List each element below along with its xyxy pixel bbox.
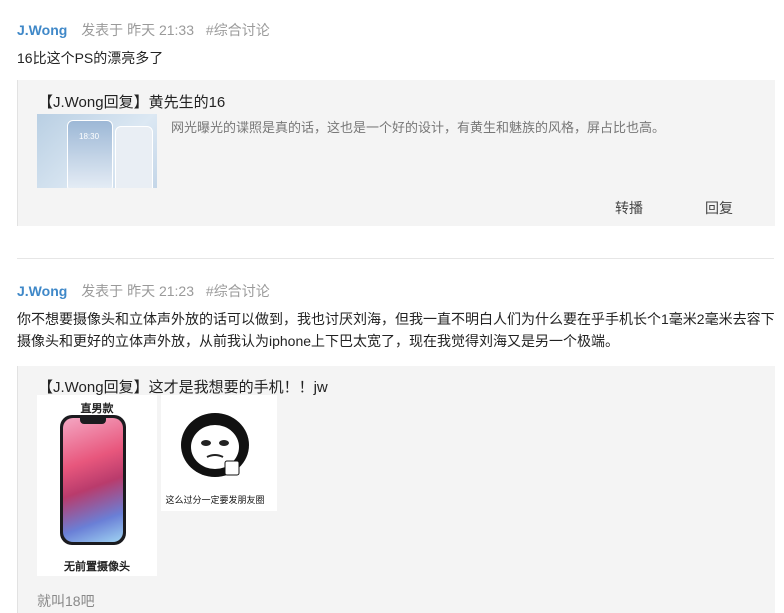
post-content: 16比这个PS的漂亮多了 — [17, 50, 164, 66]
thumb-clock: 18:30 — [79, 132, 100, 141]
quoted-reply[interactable]: 【J.Wong回复】这才是我想要的手机！！jw 直男款 无前置摄像头 这么过分一… — [17, 366, 775, 613]
quoted-reply[interactable]: 【J.Wong回复】黄先生的16 18:30 网光曝光的谍照是真的话，这也是一个… — [17, 80, 775, 226]
post-time: 发表于 昨天 21:33 — [81, 22, 195, 38]
author-link[interactable]: J.Wong — [17, 283, 67, 299]
quote-footer-text: 就叫18吧 — [37, 593, 95, 609]
panda-caption: 这么过分一定要发朋友圈 — [165, 495, 265, 505]
image-bottom-caption: 无前置摄像头 — [64, 560, 130, 573]
topic-tag[interactable]: #综合讨论 — [206, 22, 270, 38]
quote-title[interactable]: 【J.Wong回复】黄先生的16 — [38, 91, 225, 112]
topic-tag[interactable]: #综合讨论 — [206, 283, 270, 299]
post-2: J.Wong 发表于 昨天 21:23 #综合讨论 你不想要摄像头和立体声外放的… — [0, 262, 784, 613]
quote-description: 网光曝光的谍照是真的话，这也是一个好的设计，有黄生和魅族的风格，屏占比也高。 — [171, 120, 666, 135]
post-content-line-2: 摄像头和更好的立体声外放，从前我认为iphone上下巴太宽了，现在我觉得刘海又是… — [17, 333, 620, 349]
post-1: J.Wong 发表于 昨天 21:33 #综合讨论 16比这个PS的漂亮多了 【… — [0, 0, 784, 250]
post-content-line-1: 你不想要摄像头和立体声外放的话可以做到，我也讨厌刘海，但我一直不明白人们为什么要… — [17, 311, 775, 327]
panda-meme-icon — [181, 413, 249, 477]
quote-thumbnail[interactable]: 18:30 — [37, 114, 157, 188]
quote-title[interactable]: 【J.Wong回复】这才是我想要的手机！！jw — [38, 376, 328, 397]
post-header: J.Wong 发表于 昨天 21:33 #综合讨论 — [17, 20, 270, 40]
phone-notch — [80, 418, 106, 424]
post-time: 发表于 昨天 21:23 — [81, 283, 195, 299]
meme-image-panda[interactable]: 这么过分一定要发朋友圈 — [161, 395, 277, 511]
image-top-caption: 直男款 — [80, 402, 114, 415]
reply-button[interactable]: 回复 — [705, 198, 733, 218]
iphone-x-illustration — [60, 415, 126, 545]
post-header: J.Wong 发表于 昨天 21:23 #综合讨论 — [17, 281, 270, 301]
repost-button[interactable]: 转播 — [615, 198, 643, 218]
author-link[interactable]: J.Wong — [17, 22, 67, 38]
phone-screen — [63, 418, 123, 542]
phone-image-front — [67, 120, 113, 188]
post-divider — [17, 258, 774, 259]
phone-image-back — [115, 126, 153, 188]
meme-image-phone[interactable]: 直男款 无前置摄像头 — [37, 395, 157, 576]
